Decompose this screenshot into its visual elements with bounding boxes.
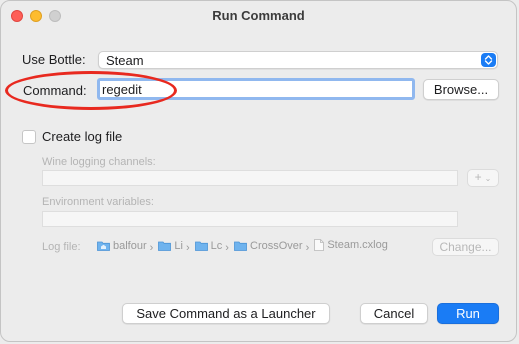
annotation-circle bbox=[5, 71, 177, 110]
window-title: Run Command bbox=[212, 8, 305, 23]
add-channel-button[interactable]: + ⌄ bbox=[467, 169, 499, 187]
path-segment[interactable]: Steam.cxlog bbox=[314, 239, 388, 251]
folder-icon bbox=[194, 241, 208, 251]
logging-channels-field[interactable] bbox=[42, 170, 458, 186]
path-segment[interactable]: Li bbox=[158, 240, 183, 252]
run-button[interactable]: Run bbox=[437, 303, 499, 324]
bottle-select-value: Steam bbox=[106, 53, 144, 68]
cancel-button[interactable]: Cancel bbox=[360, 303, 428, 324]
title-bar: Run Command bbox=[1, 1, 516, 31]
log-file-label: Log file: bbox=[42, 241, 81, 253]
up-down-chevron-icon bbox=[481, 53, 496, 67]
log-file-path[interactable]: balfour › Li › Lc › CrossOver › Steam.cx… bbox=[97, 239, 391, 255]
path-segment[interactable]: CrossOver bbox=[234, 240, 303, 252]
logging-channels-label: Wine logging channels: bbox=[42, 156, 156, 168]
path-segment[interactable]: balfour bbox=[97, 240, 147, 252]
folder-icon bbox=[234, 241, 247, 251]
document-icon bbox=[314, 239, 325, 251]
browse-button[interactable]: Browse... bbox=[423, 79, 499, 100]
save-as-launcher-button[interactable]: Save Command as a Launcher bbox=[122, 303, 330, 324]
path-chevron-icon: › bbox=[149, 242, 154, 254]
environment-variables-field[interactable] bbox=[42, 211, 458, 227]
environment-variables-label: Environment variables: bbox=[42, 196, 154, 208]
path-chevron-icon: › bbox=[185, 242, 190, 254]
run-command-dialog: Run Command Use Bottle: Steam Command: B… bbox=[0, 0, 517, 342]
create-log-checkbox[interactable] bbox=[22, 130, 36, 144]
library-folder-icon bbox=[158, 241, 172, 251]
change-log-file-button[interactable]: Change... bbox=[432, 238, 499, 256]
path-chevron-icon: › bbox=[225, 242, 229, 254]
path-chevron-icon: › bbox=[305, 242, 310, 254]
home-folder-icon bbox=[97, 241, 110, 251]
path-segment[interactable]: Lc bbox=[194, 240, 222, 252]
add-channel-label: + bbox=[474, 170, 482, 184]
bottle-select[interactable]: Steam bbox=[98, 51, 498, 69]
create-log-label: Create log file bbox=[42, 129, 123, 144]
chevron-down-icon: ⌄ bbox=[484, 174, 492, 183]
use-bottle-label: Use Bottle: bbox=[22, 52, 86, 67]
